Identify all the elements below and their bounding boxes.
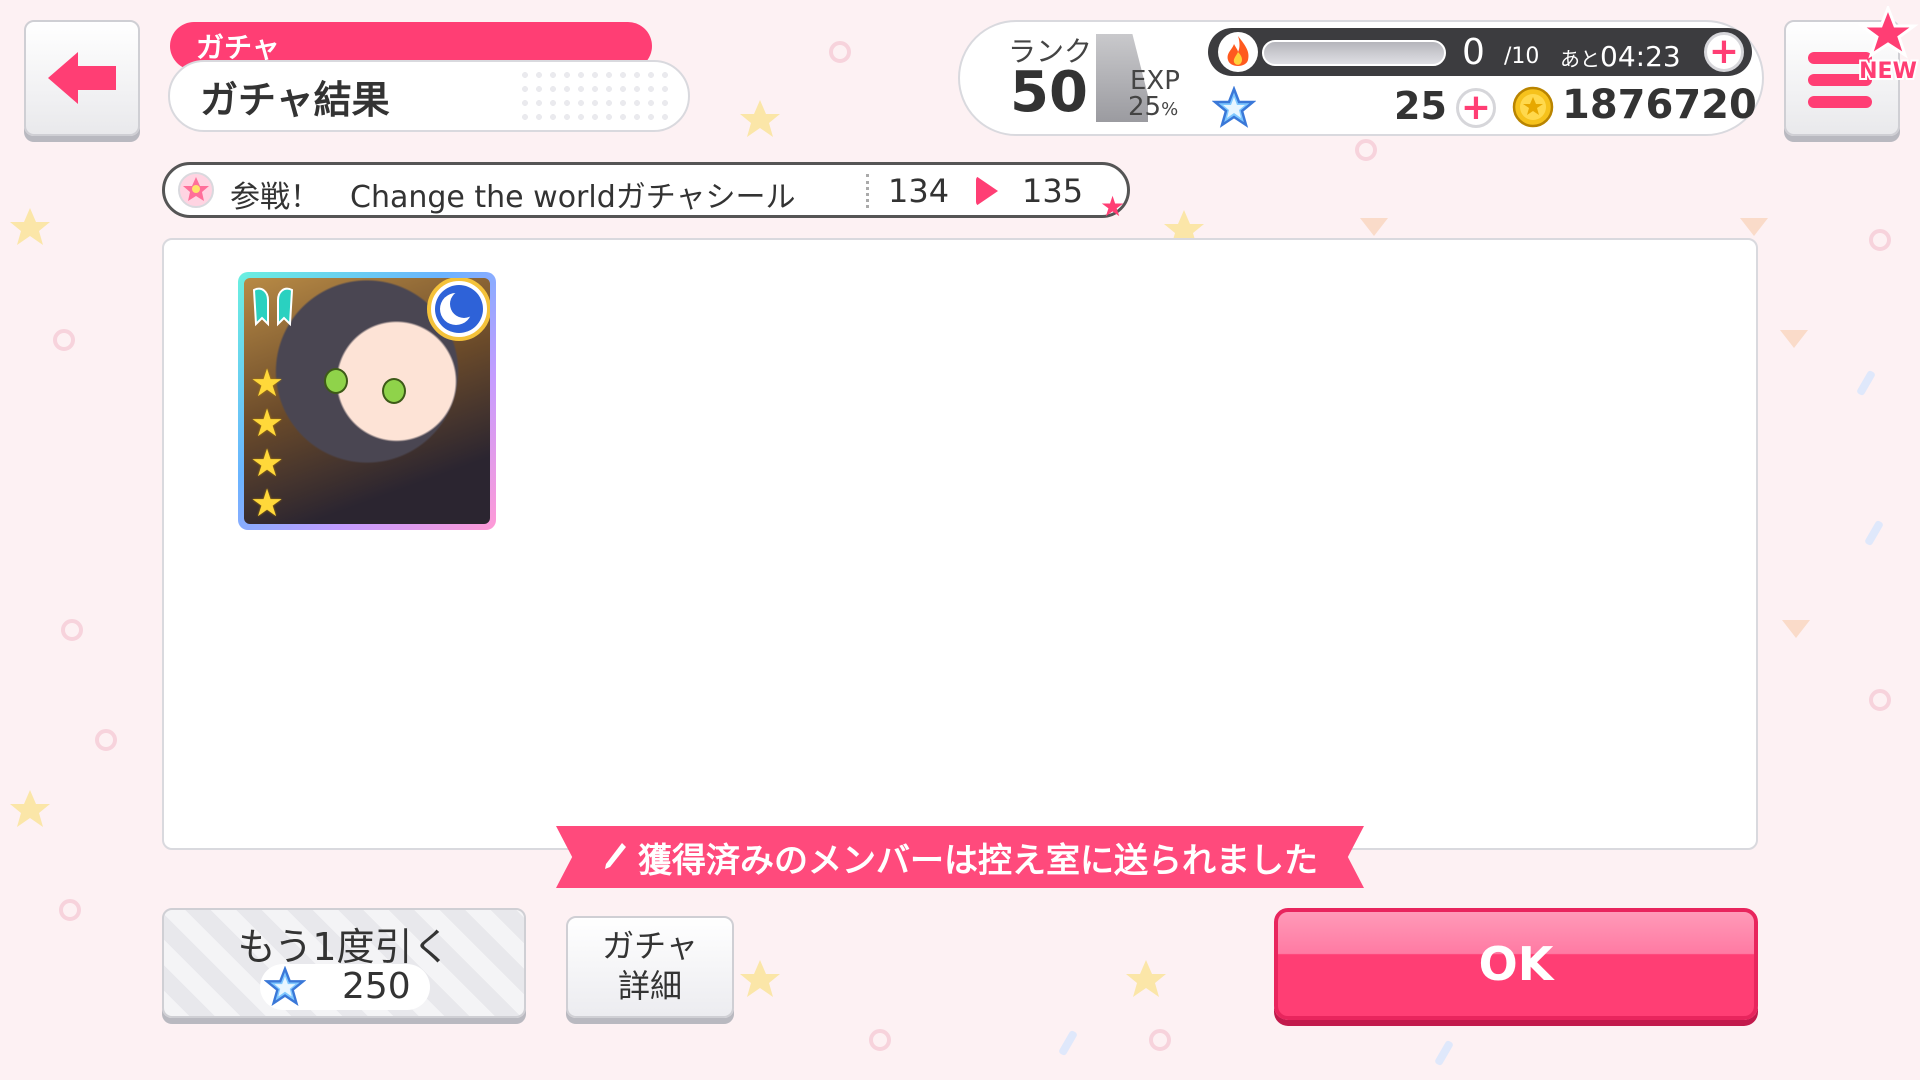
new-badge-label: NEW <box>1859 59 1917 84</box>
sticker-count-after: 135 <box>1022 172 1084 210</box>
card-artwork: ★ ★ ★ ★ <box>244 278 490 524</box>
draw-again-label: もう1度引く <box>237 925 451 969</box>
back-button[interactable] <box>24 20 140 136</box>
rank-value: 50 <box>1010 60 1088 125</box>
card-eye <box>382 378 406 404</box>
rarity-star-icon: ★ <box>250 441 285 485</box>
gacha-sticker-icon <box>178 172 214 208</box>
gacha-name: 参戦！ Change the worldガチャシール <box>230 180 796 215</box>
add-stamina-button[interactable]: + <box>1704 32 1744 72</box>
notice-text: 獲得済みのメンバーは控え室に送られました <box>638 840 1318 881</box>
draw-again-button[interactable]: もう1度引く 250 <box>162 908 526 1018</box>
rarity-star-icon: ★ <box>250 401 285 445</box>
result-card[interactable]: ★ ★ ★ ★ <box>238 272 496 530</box>
gacha-detail-label: ガチャ 詳細 <box>602 927 698 1005</box>
star-gem-icon <box>264 966 306 1007</box>
stamina-gauge <box>1262 40 1446 66</box>
stamina-timer: あと04:23 <box>1560 40 1681 73</box>
decorative-dots <box>518 68 668 126</box>
sticker-count-before: 134 <box>888 172 950 210</box>
flame-icon <box>1218 32 1258 72</box>
band-logo-icon <box>252 287 294 327</box>
gacha-detail-button[interactable]: ガチャ 詳細 <box>566 916 734 1018</box>
card-eye <box>324 368 348 394</box>
new-badge: NEW <box>1857 6 1919 86</box>
star-icon: ★ <box>1100 190 1126 223</box>
coin-icon <box>1512 86 1554 128</box>
rarity-star-icon: ★ <box>250 481 285 524</box>
add-stars-button[interactable]: + <box>1456 88 1496 128</box>
coin-count: 1876720 <box>1562 82 1757 128</box>
plus-icon: + <box>1708 31 1740 72</box>
stamina-max: /10 <box>1504 44 1540 69</box>
moon-attribute-icon <box>427 278 490 341</box>
rarity-star-icon: ★ <box>250 361 285 405</box>
notice-banner: 獲得済みのメンバーは控え室に送られました <box>556 826 1364 888</box>
plus-icon: + <box>1460 87 1492 128</box>
draw-cost: 250 <box>342 966 411 1007</box>
ok-label: OK <box>1478 937 1554 991</box>
exp-percent: 25% <box>1128 92 1179 122</box>
divider <box>866 174 869 208</box>
hamburger-icon-bar <box>1808 96 1872 108</box>
stamina-current: 0 <box>1462 32 1485 73</box>
pen-icon <box>605 843 626 869</box>
arrow-left-icon <box>48 52 116 104</box>
ok-button[interactable]: OK <box>1274 908 1758 1020</box>
star-count: 25 <box>1394 84 1447 128</box>
star-gem-icon <box>1212 86 1256 128</box>
page-title-box: ガチャ結果 <box>168 60 690 132</box>
page-title: ガチャ結果 <box>200 77 390 122</box>
